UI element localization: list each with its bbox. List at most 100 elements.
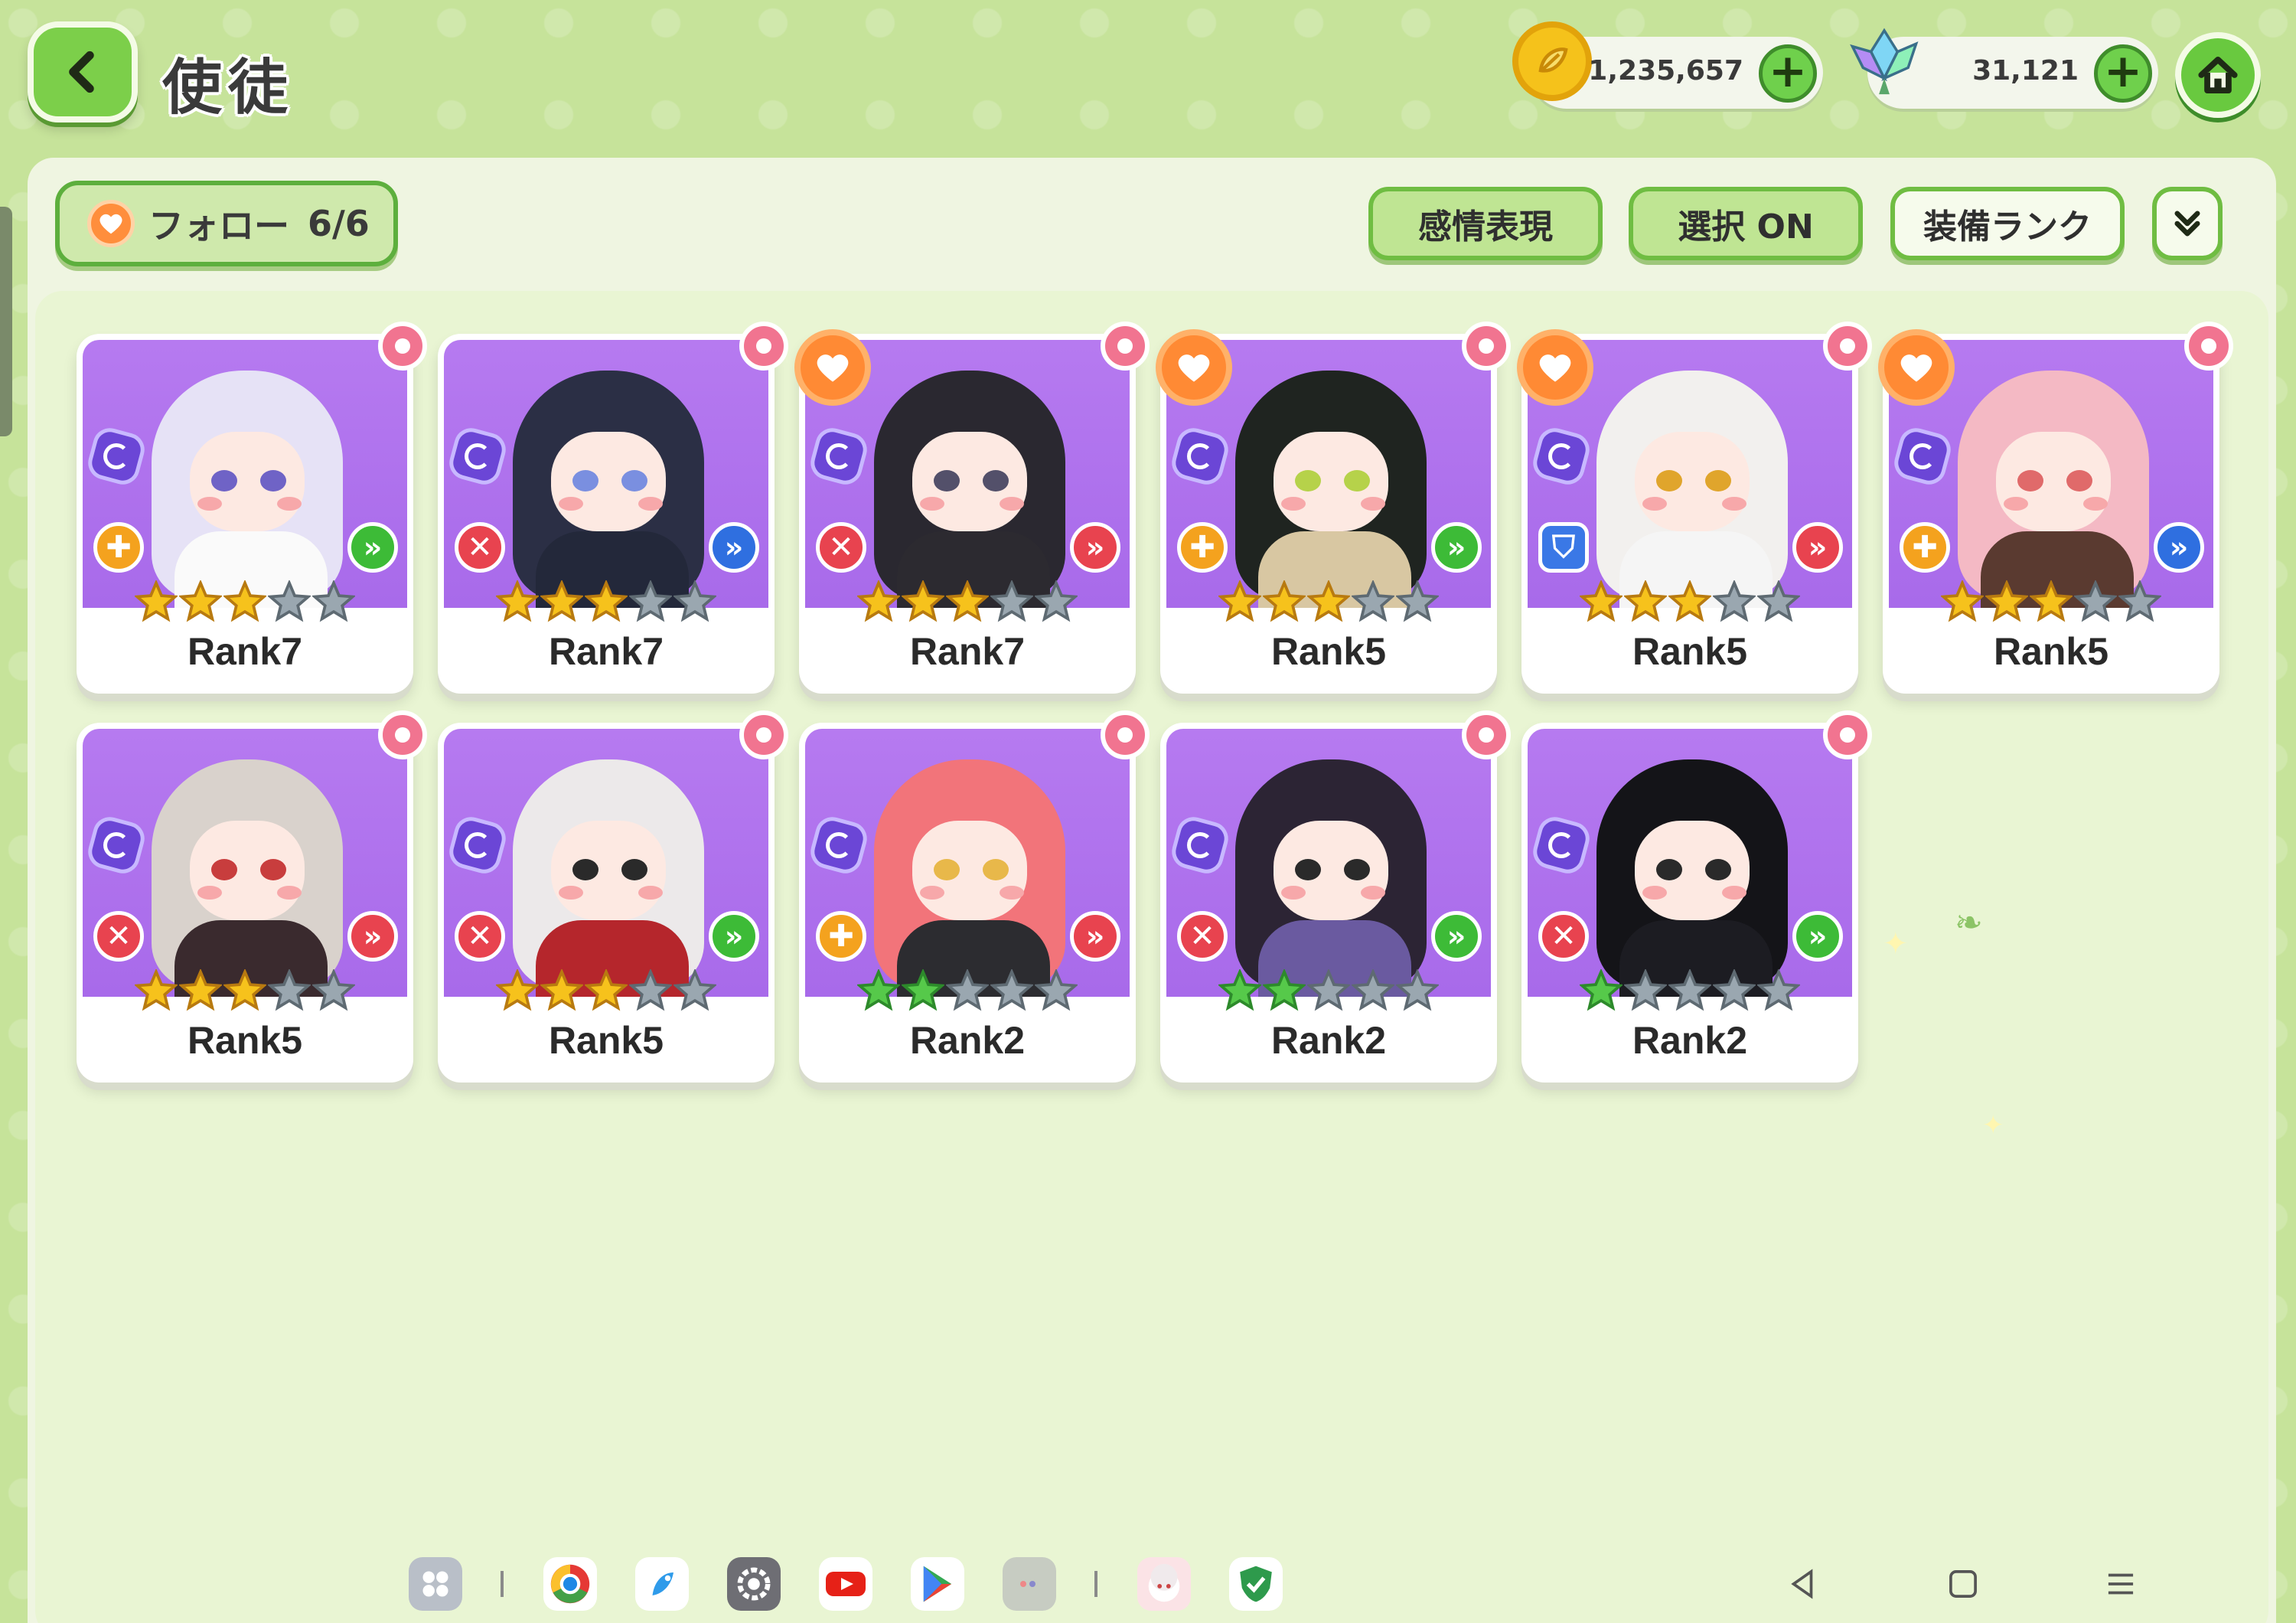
- character-grid: ✚ » Rank7 ✕ » Rank7 ✕ » Rank7 ✚ » Rank5 ⛉ » Rank5 ✚ » Ran…: [35, 291, 2268, 1623]
- character-card[interactable]: ✕ » Rank5: [438, 710, 788, 1083]
- chrome-icon[interactable]: [543, 1557, 597, 1611]
- follow-label: フォロー: [148, 205, 289, 247]
- filled-star-icon: [223, 580, 266, 622]
- taskbar-separator: [1094, 1571, 1097, 1597]
- mid-position-icon: »: [1070, 911, 1120, 962]
- rank-label: Rank5: [548, 1019, 664, 1062]
- back-position-icon: »: [709, 522, 759, 573]
- empty-star-icon: [1624, 969, 1667, 1011]
- filled-star-icon: [1985, 580, 2028, 622]
- heart-icon: [87, 200, 135, 247]
- filled-star-icon: [540, 969, 583, 1011]
- character-card[interactable]: ⛉ » Rank5: [1517, 322, 1872, 694]
- filled-star-icon: [1307, 580, 1350, 622]
- mid-position-icon: »: [1070, 522, 1120, 573]
- expand-sort-button[interactable]: [2152, 187, 2223, 260]
- filled-star-icon: [902, 580, 944, 622]
- app-drawer-icon[interactable]: [409, 1557, 462, 1611]
- browser-bird-icon[interactable]: [635, 1557, 689, 1611]
- character-card[interactable]: ✕ » Rank5: [77, 710, 427, 1083]
- recents-nav-icon[interactable]: [2102, 1566, 2140, 1602]
- security-icon[interactable]: [1229, 1557, 1283, 1611]
- character-card[interactable]: ✚ » Rank5: [1878, 322, 2233, 694]
- character-card[interactable]: ✕ » Rank2: [1521, 710, 1872, 1083]
- rank-label: Rank7: [909, 630, 1026, 673]
- emotion-button[interactable]: 感情表現: [1368, 187, 1603, 260]
- front-position-icon: »: [709, 911, 759, 962]
- play-store-icon[interactable]: [911, 1557, 964, 1611]
- home-nav-icon[interactable]: [1944, 1566, 1982, 1602]
- star-rating: [130, 969, 360, 1015]
- add-gem-button[interactable]: +: [2094, 44, 2152, 103]
- empty-star-icon: [312, 969, 355, 1011]
- front-position-icon: »: [347, 522, 398, 573]
- empty-star-icon: [1352, 969, 1394, 1011]
- settings-icon[interactable]: [727, 1557, 781, 1611]
- filled-star-icon: [1218, 580, 1261, 622]
- attack-role-icon: ✕: [1177, 911, 1228, 962]
- gold-coin-icon: [1512, 21, 1592, 101]
- back-button[interactable]: [28, 21, 138, 122]
- rank-label: Rank7: [187, 630, 303, 673]
- filled-star-icon: [135, 580, 178, 622]
- filled-star-icon: [540, 580, 583, 622]
- favorite-heart-icon[interactable]: [1878, 329, 1955, 406]
- filled-star-icon: [496, 969, 539, 1011]
- empty-star-icon: [1307, 969, 1350, 1011]
- flower-badge-icon: [1462, 710, 1511, 759]
- leaf-decoration: ❧: [1955, 903, 1983, 942]
- empty-star-icon: [1396, 969, 1439, 1011]
- character-card[interactable]: ✕ » Rank2: [1160, 710, 1511, 1083]
- filled-star-icon: [1941, 580, 1984, 622]
- empty-star-icon: [1668, 969, 1711, 1011]
- folder-icon[interactable]: [1003, 1557, 1056, 1611]
- attack-role-icon: ✕: [93, 911, 144, 962]
- character-card[interactable]: ✕ » Rank7: [794, 322, 1150, 694]
- back-nav-icon[interactable]: [1783, 1566, 1821, 1602]
- character-card[interactable]: ✚ » Rank2: [799, 710, 1150, 1083]
- filled-star-icon: [223, 969, 266, 1011]
- filled-star-icon: [585, 969, 628, 1011]
- rank-label: Rank5: [1632, 630, 1748, 673]
- chevron-left-icon: [69, 51, 94, 93]
- add-gold-button[interactable]: +: [1759, 44, 1817, 103]
- sparkle-decoration: ✦: [1982, 1110, 2004, 1141]
- home-icon: [2198, 56, 2238, 94]
- rank-label: Rank7: [548, 630, 664, 673]
- filled-star-icon: [1263, 580, 1306, 622]
- front-position-icon: »: [1792, 911, 1843, 962]
- flower-badge-icon: [378, 710, 427, 759]
- rank-label: Rank2: [909, 1019, 1026, 1062]
- filled-star-icon: [1263, 969, 1306, 1011]
- heal-role-icon: ✚: [93, 522, 144, 573]
- heal-role-icon: ✚: [1177, 522, 1228, 573]
- character-card[interactable]: ✚ » Rank7: [77, 322, 427, 694]
- side-edge-handle[interactable]: [0, 207, 12, 436]
- front-position-icon: »: [1431, 911, 1482, 962]
- filled-star-icon: [1668, 580, 1711, 622]
- youtube-icon[interactable]: [819, 1557, 872, 1611]
- empty-star-icon: [1757, 969, 1800, 1011]
- attack-role-icon: ✕: [816, 522, 866, 573]
- character-card[interactable]: ✕ » Rank7: [438, 322, 788, 694]
- filled-star-icon: [1580, 580, 1623, 622]
- star-rating: [491, 580, 721, 626]
- select-toggle-button[interactable]: 選択 ON: [1629, 187, 1863, 260]
- main-panel: フォロー 6/6 感情表現 選択 ON 装備ランク ✚ » Rank7 ✕ » Rank7…: [28, 158, 2276, 1623]
- empty-star-icon: [2118, 580, 2161, 622]
- follow-count: 6/6: [308, 203, 370, 244]
- home-button[interactable]: [2175, 32, 2261, 118]
- favorite-heart-icon[interactable]: [1156, 329, 1232, 406]
- empty-star-icon: [1757, 580, 1800, 622]
- game-icon[interactable]: [1137, 1557, 1191, 1611]
- follow-filter-button[interactable]: フォロー 6/6: [55, 181, 398, 266]
- equip-rank-sort-button[interactable]: 装備ランク: [1890, 187, 2125, 260]
- heal-role-icon: ✚: [1900, 522, 1950, 573]
- flower-badge-icon: [2184, 322, 2233, 371]
- favorite-heart-icon[interactable]: [1517, 329, 1593, 406]
- character-card[interactable]: ✚ » Rank5: [1156, 322, 1511, 694]
- filled-star-icon: [857, 580, 900, 622]
- empty-star-icon: [1035, 969, 1078, 1011]
- favorite-heart-icon[interactable]: [794, 329, 871, 406]
- sparkle-decoration: ✦: [1883, 926, 1909, 962]
